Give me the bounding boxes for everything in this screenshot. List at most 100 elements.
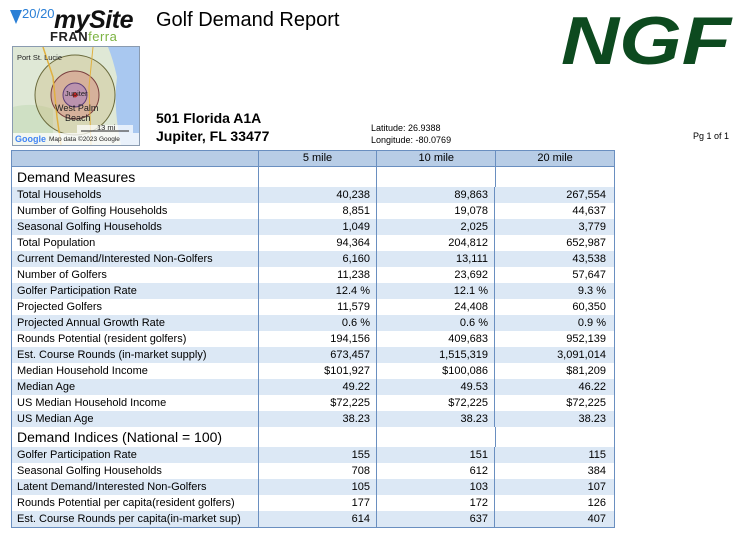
- row-value: $100,086: [376, 363, 494, 379]
- section-spacer-cell: [495, 167, 614, 187]
- table-row: Rounds Potential (resident golfers) 194,1…: [12, 331, 614, 347]
- row-label: Total Households: [17, 189, 102, 201]
- row-value: 151: [376, 447, 494, 463]
- row-value: 38.23: [494, 411, 612, 427]
- latitude: Latitude: 26.9388: [371, 123, 441, 133]
- row-value: 3,779: [494, 219, 612, 235]
- map-label-beach: Beach: [65, 113, 91, 123]
- row-value: 673,457: [258, 347, 376, 363]
- row-value: 612: [376, 463, 494, 479]
- table-row: US Median Age 38.23 38.23 38.23: [12, 411, 614, 427]
- demand-table: 5 mile 10 mile 20 mile Demand Measures To…: [11, 150, 615, 528]
- row-label: Rounds Potential (resident golfers): [17, 333, 187, 345]
- row-value: 8,851: [258, 203, 376, 219]
- section-spacer-cell: [257, 167, 377, 187]
- col-header-20-mile: 20 mile: [495, 151, 614, 166]
- row-value: 12.4 %: [258, 283, 376, 299]
- row-value: 177: [258, 495, 376, 511]
- row-value: 1,515,319: [376, 347, 494, 363]
- table-row: Current Demand/Interested Non-Golfers 6,1…: [12, 251, 614, 267]
- row-value: 11,579: [258, 299, 376, 315]
- row-label: Golfer Participation Rate: [17, 285, 137, 297]
- row-value: 652,987: [494, 235, 612, 251]
- row-value: $81,209: [494, 363, 612, 379]
- row-label: Current Demand/Interested Non-Golfers: [17, 253, 213, 265]
- row-value: 194,156: [258, 331, 376, 347]
- section-spacer-cell: [376, 167, 495, 187]
- row-value: 0.6 %: [258, 315, 376, 331]
- ngf-logo-text: NGF: [561, 9, 733, 69]
- row-value: 24,408: [376, 299, 494, 315]
- row-value: 38.23: [258, 411, 376, 427]
- row-label: Number of Golfing Households: [17, 205, 168, 217]
- logo-number: 20/20: [22, 6, 55, 21]
- row-value: 952,139: [494, 331, 612, 347]
- row-value: 43,538: [494, 251, 612, 267]
- row-value: 0.9 %: [494, 315, 612, 331]
- row-value: 1,049: [258, 219, 376, 235]
- row-value: 57,647: [494, 267, 612, 283]
- table-row: Seasonal Golfing Households 708 612 384: [12, 463, 614, 479]
- row-value: 49.22: [258, 379, 376, 395]
- table-row: Projected Golfers 11,579 24,408 60,350: [12, 299, 614, 315]
- row-value: 126: [494, 495, 612, 511]
- table-row: Total Population 94,364 204,812 652,987: [12, 235, 614, 251]
- row-value: $101,927: [258, 363, 376, 379]
- row-value: 614: [258, 511, 376, 527]
- location-map[interactable]: Port St. Lucie Jupiter West Palm Beach 1…: [12, 46, 140, 146]
- map-label-port-st-lucie: Port St. Lucie: [17, 53, 63, 62]
- section-header: Demand Measures: [12, 167, 614, 187]
- table-row: Median Age 49.22 49.53 46.22: [12, 379, 614, 395]
- row-value: 94,364: [258, 235, 376, 251]
- row-value: 12.1 %: [376, 283, 494, 299]
- map-scale: 13 mi: [97, 123, 116, 132]
- row-value: 23,692: [376, 267, 494, 283]
- row-value: 204,812: [376, 235, 494, 251]
- section-spacer-cell: [495, 427, 614, 447]
- row-value: 40,238: [258, 187, 376, 203]
- row-label: Projected Golfers: [17, 301, 102, 313]
- table-row: Median Household Income $101,927 $100,086 $…: [12, 363, 614, 379]
- table-row: Seasonal Golfing Households 1,049 2,025 3,7…: [12, 219, 614, 235]
- row-value: 44,637: [494, 203, 612, 219]
- table-row: Total Households 40,238 89,863 267,554: [12, 187, 614, 203]
- row-label: Est. Course Rounds per capita(in-market …: [17, 513, 241, 525]
- row-label: US Median Age: [17, 413, 94, 425]
- google-logo: Google: [15, 134, 46, 144]
- row-value: 155: [258, 447, 376, 463]
- section-spacer-cell: [257, 427, 377, 447]
- row-value: 0.6 %: [376, 315, 494, 331]
- row-label: Median Household Income: [17, 365, 148, 377]
- row-value: 407: [494, 511, 612, 527]
- section-title: Demand Measures: [17, 169, 136, 185]
- logo-sub-b: ferra: [88, 29, 118, 44]
- table-row: US Median Household Income $72,225 $72,225…: [12, 395, 614, 411]
- row-value: 6,160: [258, 251, 376, 267]
- logo-sub-a: FRAN: [50, 29, 89, 44]
- col-header-5-mile: 5 mile: [257, 151, 377, 166]
- ngf-logo: NGF: [561, 9, 733, 69]
- report-title: Golf Demand Report: [156, 9, 340, 31]
- section-spacer-cell: [376, 427, 495, 447]
- row-label: Total Population: [17, 237, 96, 249]
- mysite-logo: 20/20 mySite FRANferra: [10, 6, 150, 44]
- table-body: Demand Measures Total Households 40,238 89,…: [12, 167, 614, 527]
- row-value: 13,111: [376, 251, 494, 267]
- row-value: $72,225: [376, 395, 494, 411]
- row-label: Median Age: [17, 381, 76, 393]
- table-header-row: 5 mile 10 mile 20 mile: [12, 151, 614, 167]
- map-label-jupiter: Jupiter: [65, 89, 88, 98]
- row-value: 172: [376, 495, 494, 511]
- row-value: 9.3 %: [494, 283, 612, 299]
- logo-sub: FRANferra: [50, 29, 117, 44]
- row-value: 3,091,014: [494, 347, 612, 363]
- row-value: 49.53: [376, 379, 494, 395]
- section-header: Demand Indices (National = 100): [12, 427, 614, 447]
- table-row: Est. Course Rounds (in-market supply) 673…: [12, 347, 614, 363]
- row-value: 115: [494, 447, 612, 463]
- row-value: 409,683: [376, 331, 494, 347]
- row-value: $72,225: [494, 395, 612, 411]
- row-label: Rounds Potential per capita(resident gol…: [17, 497, 235, 509]
- row-value: 708: [258, 463, 376, 479]
- row-label: Number of Golfers: [17, 269, 107, 281]
